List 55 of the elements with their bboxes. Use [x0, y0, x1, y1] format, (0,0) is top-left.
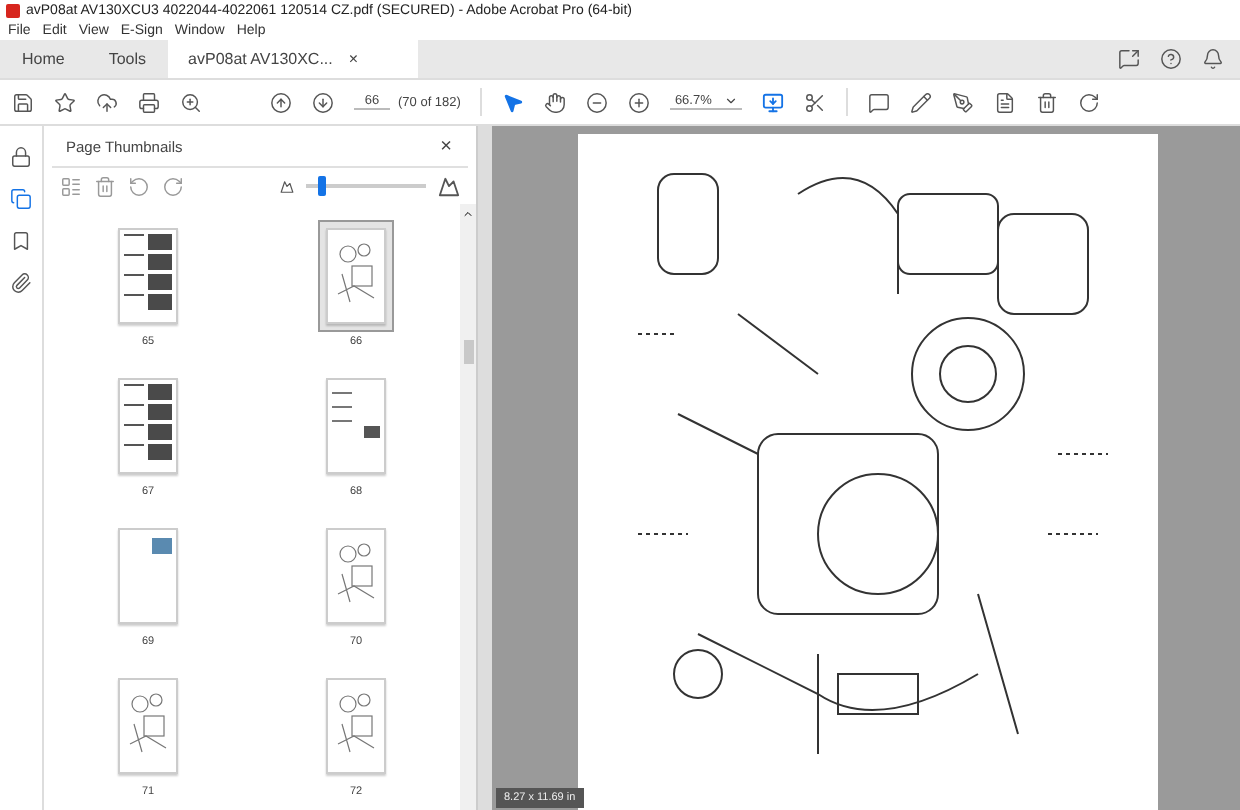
caret-icon[interactable] — [723, 94, 738, 108]
lock-icon[interactable] — [10, 146, 32, 168]
photo-placeholder — [364, 426, 380, 438]
hand-icon[interactable] — [544, 91, 567, 113]
tab[interactable]: avP08at AV130XC... × — [168, 40, 419, 78]
photo-placeholder — [124, 404, 172, 420]
photo-placeholder — [124, 444, 172, 460]
small-mountain-icon[interactable] — [280, 179, 294, 193]
tab[interactable]: Tools — [86, 40, 169, 78]
search-icon[interactable] — [180, 91, 202, 113]
page-layout-icon[interactable] — [761, 91, 784, 113]
photo-placeholder — [124, 424, 172, 440]
thumbnail[interactable] — [318, 220, 394, 332]
text-line — [332, 406, 352, 408]
bookmark-icon[interactable] — [10, 230, 32, 252]
photo-placeholder — [124, 254, 172, 270]
close-tab-button[interactable]: × — [348, 50, 359, 68]
photo-placeholder — [124, 294, 172, 310]
previous-page-icon[interactable] — [270, 91, 292, 113]
pen-icon[interactable] — [951, 91, 974, 113]
slider-thumb[interactable] — [318, 176, 326, 196]
print-icon[interactable] — [138, 91, 160, 113]
scrollbar-thumb[interactable] — [463, 340, 473, 364]
pencil-icon[interactable] — [909, 91, 932, 113]
comment-icon[interactable] — [867, 91, 890, 113]
rotate-icon[interactable] — [1077, 91, 1100, 113]
save-icon[interactable] — [12, 91, 34, 113]
rotate-left-icon[interactable] — [128, 175, 150, 197]
text-line — [332, 392, 352, 394]
tab[interactable]: Home — [0, 40, 87, 78]
photo-placeholder — [124, 384, 172, 400]
document-icon[interactable] — [993, 91, 1016, 113]
photo-placeholder — [152, 538, 172, 554]
photo-placeholder — [124, 234, 172, 250]
app-icon — [6, 3, 20, 17]
trash-icon[interactable] — [1035, 91, 1058, 113]
star-icon[interactable] — [54, 91, 76, 113]
text-line — [332, 420, 352, 422]
close-panel-button[interactable]: × — [440, 135, 452, 157]
bell-icon[interactable] — [1202, 48, 1224, 70]
scroll-up-icon[interactable] — [462, 208, 474, 220]
help-icon[interactable] — [1160, 48, 1182, 70]
upload-icon[interactable] — [96, 91, 118, 113]
scrollbar[interactable] — [460, 204, 476, 810]
zoom-in-icon[interactable] — [628, 91, 651, 113]
next-page-icon[interactable] — [312, 91, 334, 113]
photo-placeholder — [124, 274, 172, 290]
zoom-out-icon[interactable] — [586, 91, 609, 113]
pages-icon[interactable] — [10, 188, 32, 210]
pointer-icon[interactable] — [502, 91, 525, 113]
paperclip-icon[interactable] — [10, 272, 32, 294]
large-mountain-icon[interactable] — [438, 175, 460, 197]
rotate-right-icon[interactable] — [162, 175, 184, 197]
options-icon[interactable] — [60, 175, 82, 197]
share-icon[interactable] — [1118, 48, 1140, 70]
